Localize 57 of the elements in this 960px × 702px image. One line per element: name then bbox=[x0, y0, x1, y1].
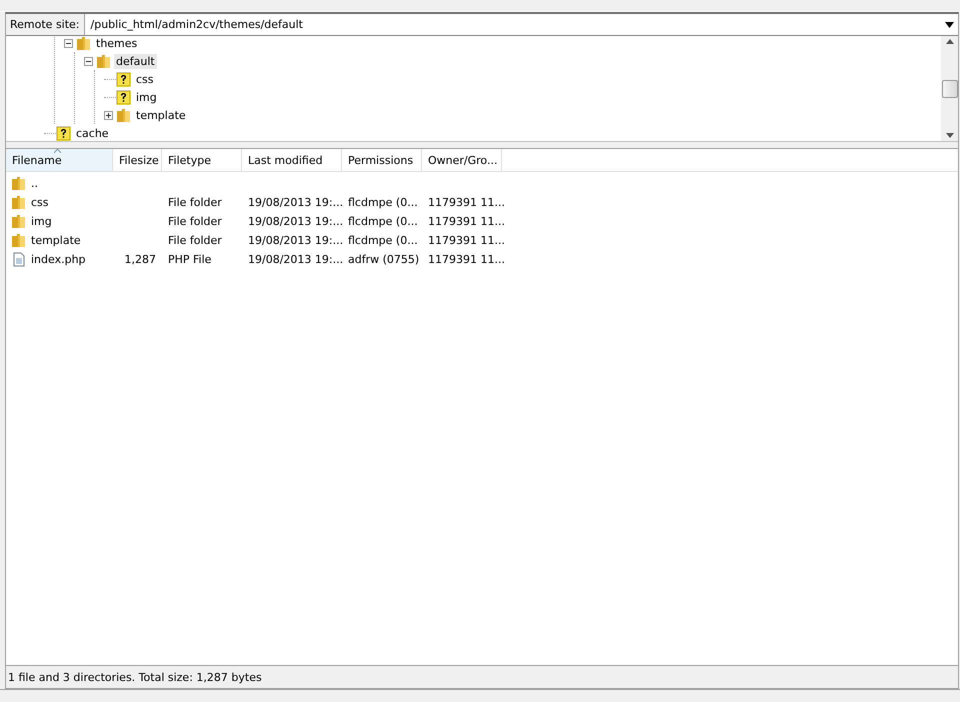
folder-icon bbox=[116, 108, 131, 122]
column-header[interactable]: Last modified bbox=[242, 149, 342, 171]
collapse-icon[interactable] bbox=[64, 38, 73, 48]
table-cell-text: 19/08/2013 19:... bbox=[247, 196, 342, 209]
folder-icon bbox=[11, 214, 26, 229]
scroll-up-icon[interactable] bbox=[946, 39, 954, 44]
table-cell-text: flcdmpe (0... bbox=[347, 234, 419, 247]
file-name[interactable]: template bbox=[31, 234, 81, 247]
table-cell-text: flcdmpe (0... bbox=[347, 215, 419, 228]
scroll-thumb[interactable] bbox=[942, 80, 958, 98]
table-cell-text: File folder bbox=[167, 234, 223, 247]
file-name[interactable]: index.php bbox=[31, 253, 86, 266]
tree-item[interactable]: cache bbox=[74, 126, 111, 140]
column-header[interactable]: Filesize bbox=[113, 149, 162, 171]
tree-item[interactable]: img bbox=[134, 90, 159, 104]
tree-item[interactable]: css bbox=[134, 72, 156, 86]
path-field[interactable]: /public_html/admin2cv/themes/default bbox=[84, 14, 958, 35]
question-mark-icon bbox=[116, 72, 131, 86]
expand-icon[interactable] bbox=[104, 110, 113, 120]
tree-item[interactable]: default bbox=[114, 54, 157, 68]
scroll-down-icon[interactable] bbox=[946, 133, 954, 138]
table-cell-text: 1179391 11... bbox=[427, 253, 502, 266]
tree-item[interactable]: themes bbox=[94, 36, 140, 50]
document-icon bbox=[11, 252, 26, 267]
table-cell-text: adfrw (0755) bbox=[347, 253, 420, 266]
file-name[interactable]: .. bbox=[31, 177, 38, 190]
column-header[interactable]: Owner/Gro... bbox=[422, 149, 502, 171]
tree-item[interactable]: template bbox=[134, 108, 188, 122]
remote-site-label: Remote site: bbox=[6, 14, 85, 35]
question-mark-icon bbox=[56, 126, 71, 140]
table-cell-text: File folder bbox=[167, 196, 223, 209]
status-text: 1 file and 3 directories. Total size: 1,287 bytes bbox=[6, 665, 958, 688]
table-cell-text: 1179391 11... bbox=[427, 196, 502, 209]
column-header[interactable]: Permissions bbox=[342, 149, 422, 171]
column-header[interactable]: Filename bbox=[6, 149, 113, 171]
table-cell-text: File folder bbox=[167, 215, 223, 228]
table-cell-text: PHP File bbox=[167, 253, 212, 266]
scrollbar[interactable] bbox=[941, 36, 958, 141]
table-cell-text: flcdmpe (0... bbox=[347, 196, 419, 209]
table-cell-text: 1,287 bbox=[124, 253, 157, 266]
folder-icon bbox=[76, 36, 91, 50]
question-mark-icon bbox=[116, 90, 131, 104]
file-name[interactable]: css bbox=[31, 196, 49, 209]
folder-icon bbox=[11, 195, 26, 210]
table-cell-text: 1179391 11... bbox=[427, 215, 502, 228]
table-cell-text: 1179391 11... bbox=[427, 234, 502, 247]
folder-icon bbox=[11, 176, 26, 191]
file-name[interactable]: img bbox=[31, 215, 52, 228]
folder-icon bbox=[96, 54, 111, 68]
caret-icon[interactable] bbox=[945, 22, 954, 28]
collapse-icon[interactable] bbox=[84, 56, 93, 66]
column-header[interactable]: Filetype bbox=[162, 149, 242, 171]
table-cell-text: 19/08/2013 19:... bbox=[247, 215, 342, 228]
table-cell-text: 19/08/2013 19:... bbox=[247, 234, 342, 247]
table-cell-text: 19/08/2013 19:... bbox=[247, 253, 342, 266]
folder-icon bbox=[11, 233, 26, 248]
path-text: /public_html/admin2cv/themes/default bbox=[90, 18, 303, 31]
